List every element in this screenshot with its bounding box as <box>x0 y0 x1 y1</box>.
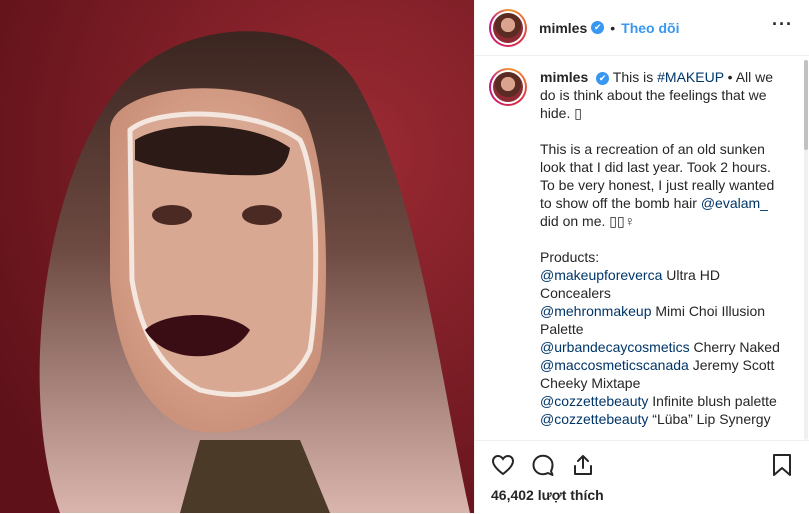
products-label: Products: <box>540 249 600 265</box>
caption: mimles ✔ This is #MAKEUP • All we do is … <box>489 68 799 438</box>
product-mention-link[interactable]: @cozzettebeauty <box>540 411 648 427</box>
likes-count[interactable]: 46,402 lượt thích <box>491 487 604 503</box>
product-text: Infinite blush palette <box>648 393 777 409</box>
caption-line1-pre: This is <box>612 69 658 85</box>
caption-avatar-inner <box>491 70 525 104</box>
action-icons <box>491 453 595 477</box>
caption-emoji-1: ▯ <box>574 105 582 121</box>
caption-scrollbar[interactable] <box>803 60 809 440</box>
product-mention-link[interactable]: @urbandecaycosmetics <box>540 339 690 355</box>
product-mention-link[interactable]: @mehronmakeup <box>540 303 652 319</box>
product-mention-link[interactable]: @cozzettebeauty <box>540 393 648 409</box>
bookmark-icon[interactable] <box>771 453 793 477</box>
caption-avatar-image <box>493 72 523 102</box>
comment-icon[interactable] <box>531 453 555 477</box>
caption-verified-badge-icon: ✔ <box>596 71 610 85</box>
instagram-post: mimles ✔ • Theo dõi ··· mimles ✔ This is… <box>0 0 809 513</box>
avatar[interactable] <box>489 8 527 47</box>
product-item: @cozzettebeauty Infinite blush palette <box>540 392 780 410</box>
more-options-icon[interactable]: ··· <box>772 14 793 35</box>
mention-link[interactable]: @evalam_ <box>701 195 768 211</box>
photo-illustration <box>0 0 474 513</box>
header-username[interactable]: mimles <box>539 20 587 36</box>
caption-paragraph-2: This is a recreation of an old sunken lo… <box>540 140 780 230</box>
avatar-image <box>493 12 523 43</box>
avatar-inner <box>491 10 525 45</box>
caption-emoji-2: ▯▯♀ <box>609 213 636 229</box>
caption-text: mimles ✔ This is #MAKEUP • All we do is … <box>540 68 780 428</box>
product-item: @maccosmeticscanada Jeremy Scott Cheeky … <box>540 356 780 392</box>
product-item: @cozzettebeauty “Lüba” Lip Synergy <box>540 410 780 428</box>
hashtag-link[interactable]: #MAKEUP <box>657 69 724 85</box>
product-item: @mehronmakeup Mimi Choi Illusion Palette <box>540 302 780 338</box>
follow-button[interactable]: Theo dõi <box>621 20 679 36</box>
caption-paragraph-1: mimles ✔ This is #MAKEUP • All we do is … <box>540 68 780 122</box>
caption-avatar[interactable] <box>489 68 527 106</box>
product-text: Cherry Naked <box>689 339 780 355</box>
caption-row: mimles ✔ This is #MAKEUP • All we do is … <box>489 68 799 428</box>
caption-para2-post: did on me. <box>540 213 610 229</box>
actions-bar: 46,402 lượt thích <box>475 440 809 514</box>
post-sidebar: mimles ✔ • Theo dõi ··· mimles ✔ This is… <box>474 0 809 513</box>
post-header: mimles ✔ • Theo dõi ··· <box>475 0 809 56</box>
product-text: “Lüba” Lip Synergy <box>648 411 771 427</box>
product-item: @makeupforeverca Ultra HD Concealers <box>540 266 780 302</box>
caption-username[interactable]: mimles <box>540 69 588 85</box>
product-item: @urbandecaycosmetics Cherry Naked <box>540 338 780 356</box>
post-photo[interactable] <box>0 0 474 513</box>
header-separator: • <box>610 19 616 36</box>
product-mention-link[interactable]: @makeupforeverca <box>540 267 662 283</box>
share-icon[interactable] <box>571 453 595 477</box>
verified-badge-icon: ✔ <box>591 21 605 34</box>
product-mention-link[interactable]: @maccosmeticscanada <box>540 357 689 373</box>
heart-icon[interactable] <box>491 453 515 477</box>
